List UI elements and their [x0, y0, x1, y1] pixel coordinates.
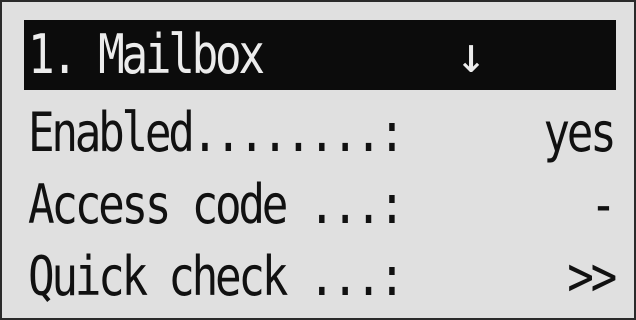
submenu-arrow-icon: >> — [567, 245, 617, 308]
menu-item-quick-check[interactable]: Quick check ...: >> — [24, 242, 617, 312]
menu-item-access-code[interactable]: Access code ...: - — [24, 170, 618, 240]
menu-title: 1. Mailbox — [28, 23, 265, 86]
scroll-down-arrow-icon: ↓ — [456, 26, 487, 84]
menu-item-value: yes — [543, 101, 617, 164]
menu-title-bar[interactable]: 1. Mailbox ↓ — [24, 20, 616, 90]
menu-item-label: Access code ...: — [28, 173, 405, 236]
menu-item-label: Quick check ...: — [28, 245, 405, 308]
menu-item-enabled[interactable]: Enabled........: yes — [24, 98, 617, 168]
menu-item-value: - — [590, 173, 618, 236]
lcd-screen: 1. Mailbox ↓ Enabled........: yes Access… — [0, 0, 636, 320]
menu-item-label: Enabled........: — [28, 101, 405, 164]
